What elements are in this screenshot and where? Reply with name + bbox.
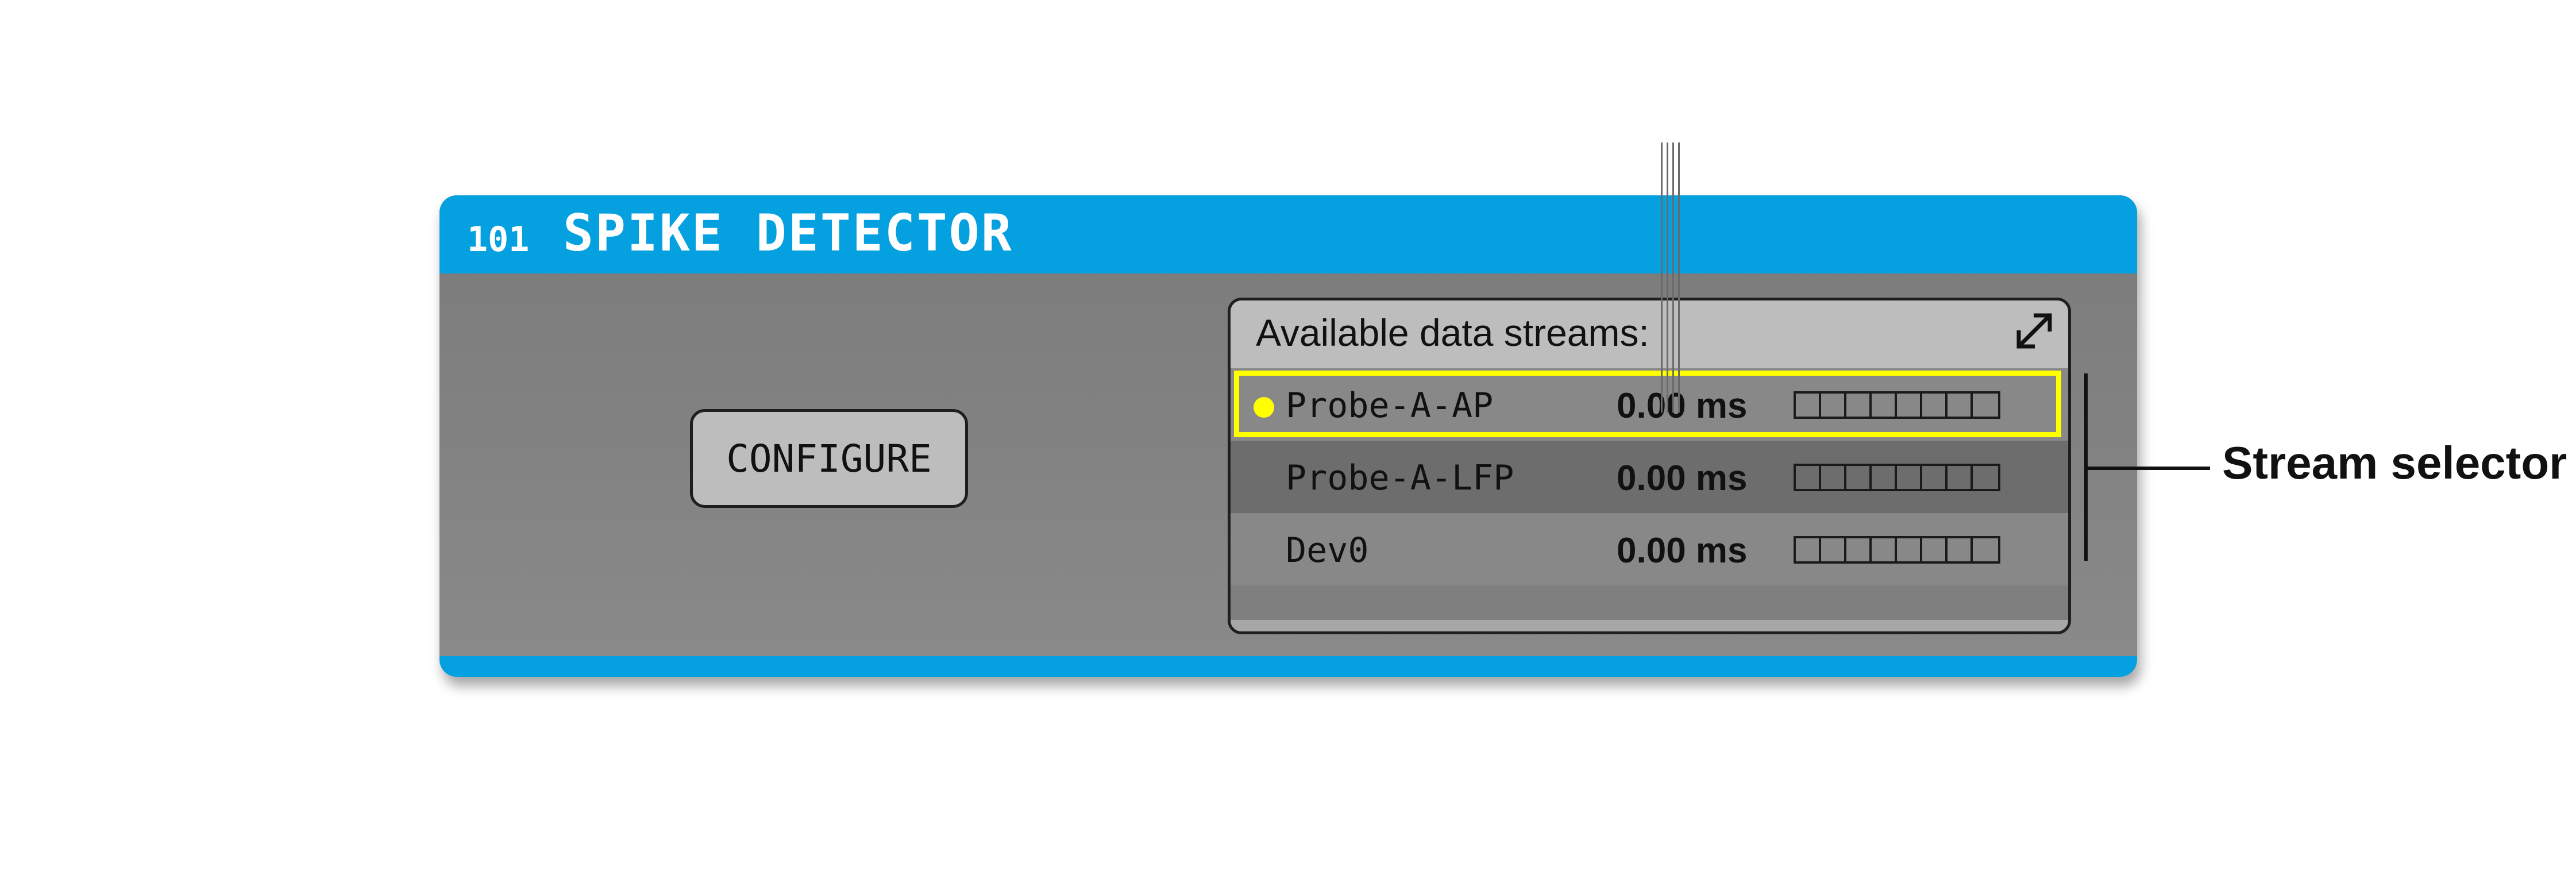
stream-row-dev0[interactable]: Dev0 0.00 ms xyxy=(1231,513,2068,585)
stream-level-meter xyxy=(1794,536,2000,564)
stream-level-meter xyxy=(1794,391,2000,419)
processor-bottom-bar xyxy=(439,656,2137,677)
stream-selector-title: Available data streams: xyxy=(1256,311,1649,354)
processor-scrollbar[interactable] xyxy=(1657,142,1680,413)
node-id: 101 xyxy=(467,219,530,260)
expand-arrows-icon[interactable] xyxy=(2011,307,2058,354)
stream-latency: 0.00 ms xyxy=(1617,458,1748,498)
spike-detector-processor: 101 SPIKE DETECTOR CONFIGURE Available d… xyxy=(439,195,2137,677)
processor-title-bar[interactable]: 101 SPIKE DETECTOR xyxy=(439,195,2137,273)
stream-name: Probe-A-LFP xyxy=(1286,458,1514,498)
stream-list-footer xyxy=(1231,620,2068,631)
callout-label: Stream selector xyxy=(2222,437,2567,488)
processor-name: SPIKE DETECTOR xyxy=(563,203,1013,263)
stream-latency: 0.00 ms xyxy=(1617,531,1748,571)
stream-name: Dev0 xyxy=(1286,530,1369,571)
stream-level-meter xyxy=(1794,464,2000,491)
stream-row-probe-a-lfp[interactable]: Probe-A-LFP 0.00 ms xyxy=(1231,441,2068,513)
stream-selector-header: Available data streams: xyxy=(1231,300,2068,368)
stream-name: Probe-A-AP xyxy=(1286,386,1494,426)
stream-selector-panel: Available data streams: Probe-A-AP 0.00 … xyxy=(1228,298,2071,634)
configure-button[interactable]: CONFIGURE xyxy=(690,409,968,508)
callout-line xyxy=(2086,467,2210,470)
selected-indicator-icon xyxy=(1254,397,1274,418)
stream-row-probe-a-ap[interactable]: Probe-A-AP 0.00 ms xyxy=(1231,368,2068,441)
stream-latency: 0.00 ms xyxy=(1617,386,1748,426)
